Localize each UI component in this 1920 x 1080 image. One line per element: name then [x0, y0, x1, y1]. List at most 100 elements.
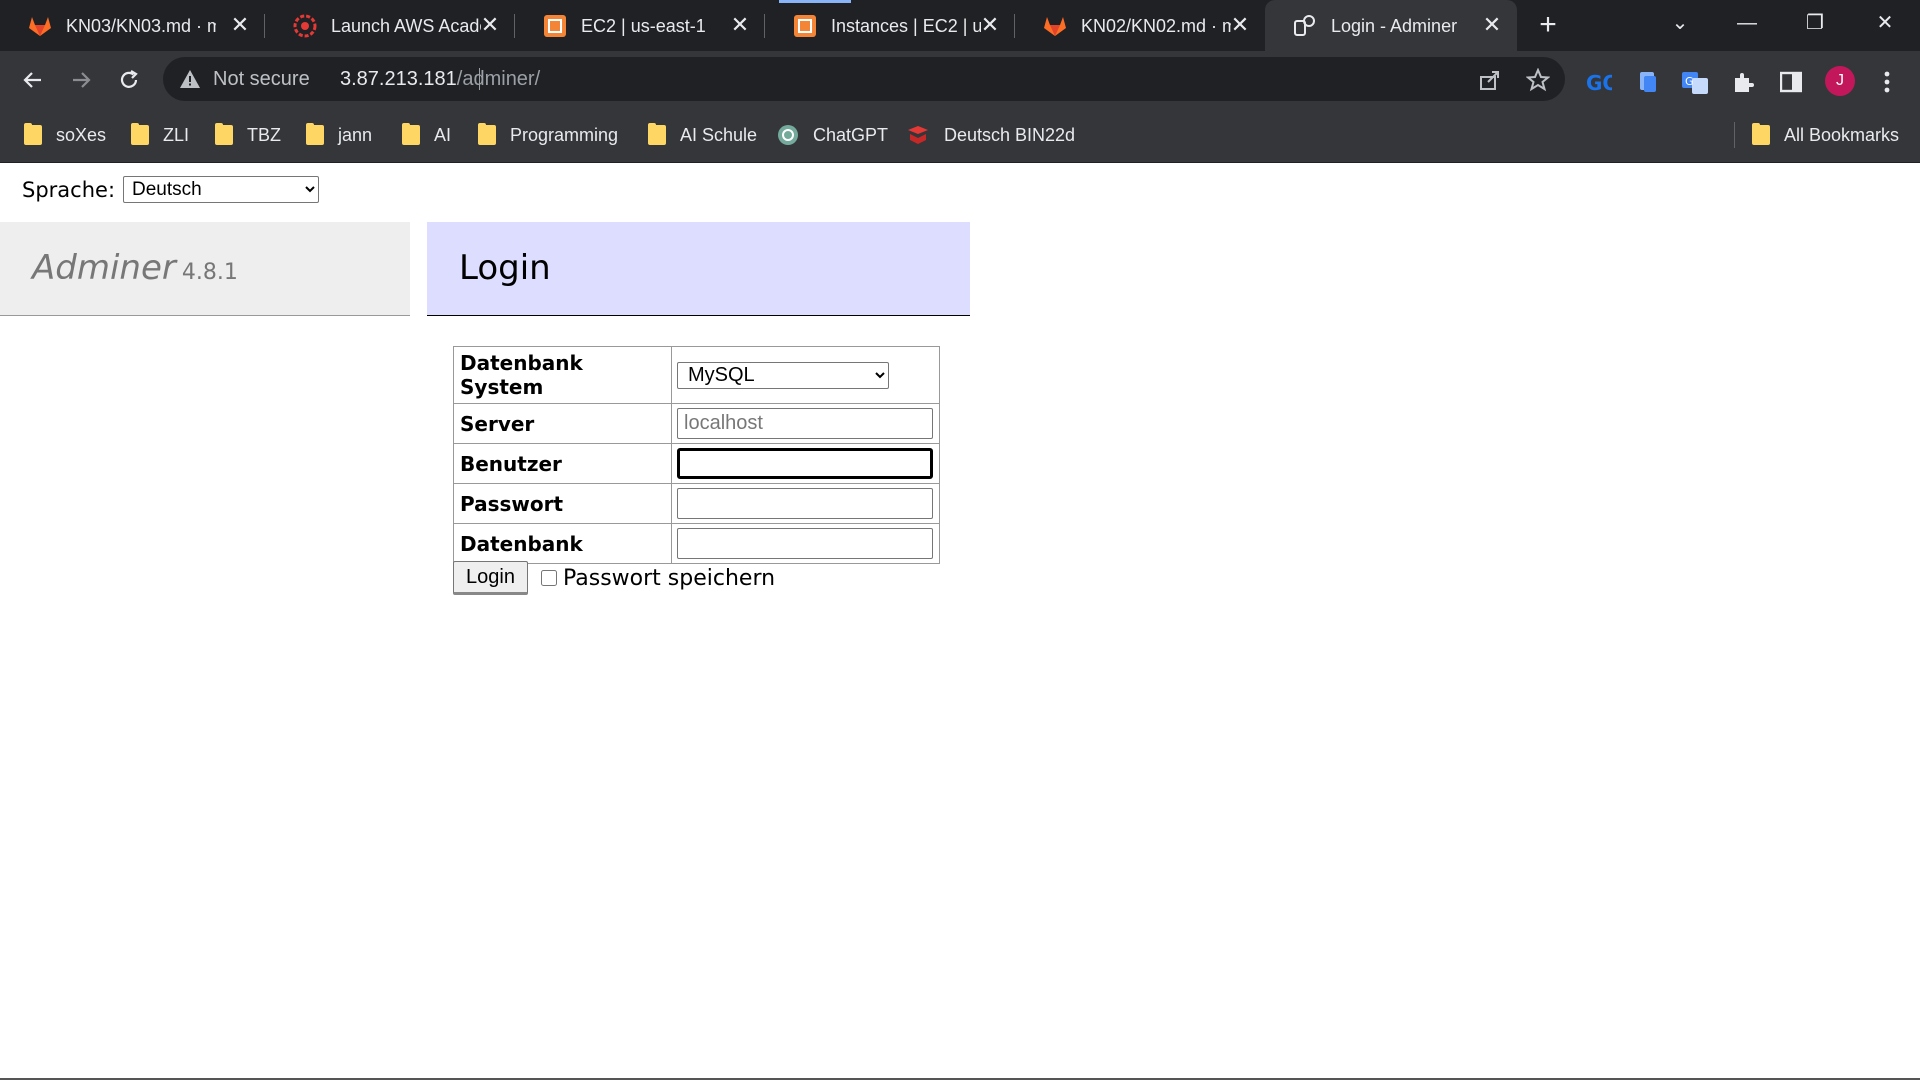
reload-icon — [120, 70, 138, 88]
server-input[interactable] — [677, 408, 933, 439]
password-input[interactable] — [677, 488, 933, 519]
folder-icon — [24, 123, 42, 145]
bookmark-label: TBZ — [247, 124, 281, 145]
gitlab-icon — [28, 14, 52, 38]
gitlab-icon — [1043, 14, 1067, 38]
close-window-button[interactable]: ✕ — [1865, 8, 1905, 38]
address-bar[interactable]: Not secure 3.87.213.181/adminer/ — [163, 57, 1565, 101]
minimize-button[interactable]: — — [1727, 8, 1767, 38]
page-header: Login — [427, 222, 970, 316]
url-path: /adminer/ — [456, 68, 541, 90]
bookmark-label: Programming — [510, 124, 619, 145]
tab-kn02[interactable]: KN02/KN02.md · m ✕ — [1015, 0, 1265, 51]
tab-title: EC2 | us-east-1 — [581, 16, 706, 36]
form-cell: MySQL — [671, 346, 940, 404]
language-label: Sprache: — [22, 177, 116, 202]
page-title: Login — [459, 248, 551, 288]
tab-kn03[interactable]: KN03/KN03.md · m ✕ — [0, 0, 265, 51]
bookmark-label: All Bookmarks — [1784, 124, 1900, 145]
translate-extension-icon[interactable]: G — [1681, 68, 1709, 96]
form-cell — [671, 443, 940, 484]
bookmark-label: ChatGPT — [813, 124, 889, 145]
folder-icon — [402, 123, 420, 145]
tab-title: KN02/KN02.md · m — [1081, 16, 1231, 36]
username-input[interactable] — [677, 448, 933, 479]
tab-instances[interactable]: Instances | EC2 | us ✕ — [765, 0, 1015, 51]
page-content: Sprache: Deutsch Adminer 4.8.1 Login Date… — [0, 164, 1920, 1080]
tab-aws-academy[interactable]: Launch AWS Acade ✕ — [265, 0, 515, 51]
new-tab-button[interactable]: + — [1534, 10, 1562, 40]
restore-button[interactable]: ❐ — [1795, 8, 1835, 38]
language-select[interactable]: Deutsch — [123, 176, 320, 203]
form-row: Passwort — [453, 483, 940, 524]
book-icon — [908, 126, 928, 144]
bookmark-ai-schule[interactable]: AI Schule — [648, 123, 757, 147]
adminer-icon — [1293, 14, 1317, 38]
folder-icon — [648, 123, 666, 145]
form-cell — [671, 403, 940, 444]
tab-title: Instances | EC2 | us — [831, 16, 981, 36]
security-status[interactable]: Not secure — [213, 67, 310, 91]
arrow-right-icon — [73, 72, 91, 88]
database-input[interactable] — [677, 528, 933, 559]
folder-icon — [478, 123, 496, 145]
form-row: Benutzer — [453, 443, 940, 484]
bookmark-jann[interactable]: jann — [306, 123, 372, 147]
bookmark-label: Deutsch BIN22d — [944, 124, 1076, 145]
app-version: 4.8.1 — [181, 260, 238, 285]
app-name[interactable]: Adminer 4.8.1 — [32, 248, 238, 288]
form-cell — [671, 483, 940, 524]
extensions-puzzle-icon[interactable] — [1729, 68, 1757, 96]
bookmarks-divider — [1734, 122, 1735, 148]
close-icon[interactable]: ✕ — [978, 13, 1002, 37]
close-icon[interactable]: ✕ — [228, 13, 252, 37]
back-button[interactable] — [17, 64, 49, 96]
remember-password-checkbox[interactable] — [541, 570, 557, 586]
arrow-left-icon — [23, 72, 41, 88]
svg-text:G: G — [1685, 75, 1694, 88]
forward-button[interactable] — [65, 64, 97, 96]
password-label: Passwort — [453, 483, 672, 524]
aws-ec2-icon — [793, 14, 817, 38]
bookmark-tbz[interactable]: TBZ — [215, 123, 281, 147]
bookmark-label: AI — [434, 124, 452, 145]
database-system-select[interactable]: MySQL — [677, 361, 889, 389]
close-icon[interactable]: ✕ — [478, 13, 502, 37]
warning-icon — [180, 70, 200, 88]
tab-ec2[interactable]: EC2 | us-east-1 ✕ — [515, 0, 765, 51]
copy-extension-icon[interactable] — [1633, 68, 1661, 96]
bookmark-programming[interactable]: Programming — [478, 123, 618, 147]
bookmark-deutsch[interactable]: Deutsch BIN22d — [906, 123, 1075, 147]
login-form: Datenbank System MySQL Server Benutzer P… — [453, 346, 940, 564]
bookmark-ai[interactable]: AI — [402, 123, 451, 147]
tab-title: Launch AWS Acade — [331, 16, 481, 36]
share-icon[interactable] — [1477, 67, 1503, 93]
bookmark-soxes[interactable]: soXes — [24, 123, 106, 147]
go-extension-icon[interactable]: GO — [1585, 68, 1613, 96]
profile-avatar[interactable]: J — [1825, 66, 1855, 96]
bookmark-chatgpt[interactable]: ChatGPT — [777, 123, 888, 147]
form-row: Datenbank — [453, 523, 940, 564]
chatgpt-icon — [778, 125, 798, 145]
reload-button[interactable] — [113, 64, 145, 96]
svg-text:GO: GO — [1586, 71, 1612, 93]
bookmark-all-bookmarks[interactable]: All Bookmarks — [1752, 123, 1899, 147]
tab-search-icon[interactable]: ⌄ — [1660, 8, 1700, 38]
form-cell — [671, 523, 940, 564]
tab-title: KN03/KN03.md · m — [66, 16, 216, 36]
tab-strip: KN03/KN03.md · m ✕ Launch AWS Acade ✕ EC… — [0, 0, 1920, 51]
bookmarks-bar: soXes ZLI TBZ jann AI Programming AI Sch… — [0, 108, 1920, 163]
close-icon[interactable]: ✕ — [728, 13, 752, 37]
login-button[interactable]: Login — [453, 561, 528, 595]
app-name-text: Adminer — [32, 248, 176, 288]
side-panel-icon[interactable] — [1777, 68, 1805, 96]
tab-adminer-login[interactable]: Login - Adminer ✕ — [1265, 0, 1517, 51]
menu-kebab-icon[interactable] — [1873, 68, 1901, 96]
close-icon[interactable]: ✕ — [1228, 13, 1252, 37]
remember-password-label[interactable]: Passwort speichern — [563, 566, 775, 591]
bookmark-zli[interactable]: ZLI — [131, 123, 189, 147]
browser-toolbar: Not secure 3.87.213.181/adminer/ — [0, 51, 1920, 108]
close-icon[interactable]: ✕ — [1480, 13, 1504, 37]
url-text[interactable]: 3.87.213.181/adminer/ — [340, 67, 540, 91]
bookmark-star-icon[interactable] — [1525, 67, 1551, 93]
